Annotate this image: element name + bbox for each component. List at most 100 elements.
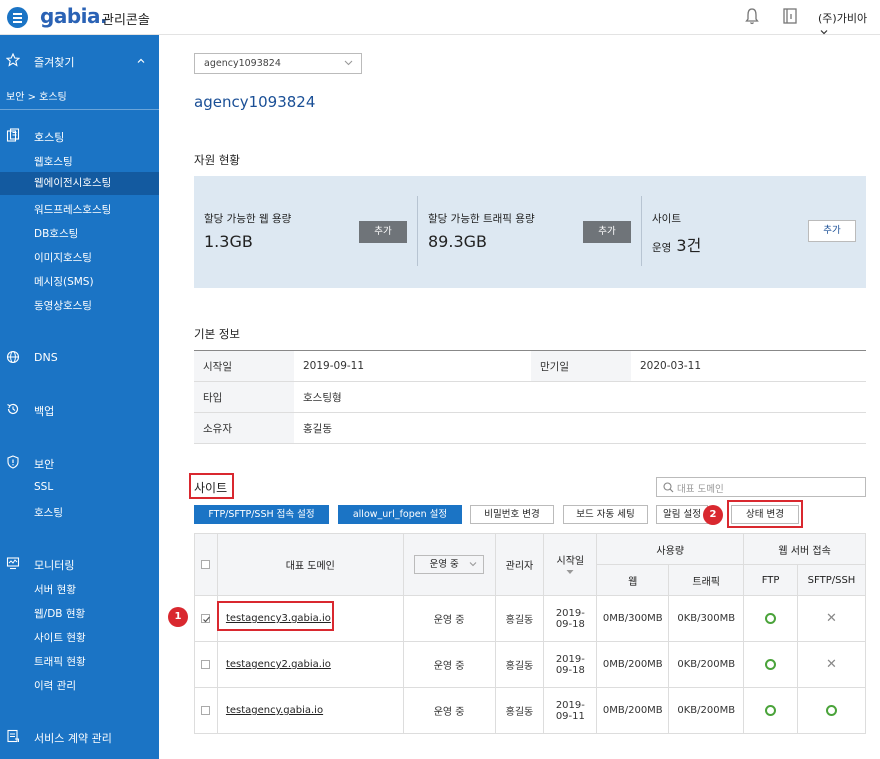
sidebar-item-server-status[interactable]: 서버 현황: [0, 582, 159, 597]
date-monthday: 09-18: [555, 664, 585, 676]
breadcrumb[interactable]: 보안 > 호스팅: [0, 88, 159, 103]
row-select-cell: [194, 595, 218, 642]
sidebar-item-web-hosting[interactable]: 웹호스팅: [0, 154, 159, 169]
circle-ok-icon: [765, 658, 777, 670]
status-cell: 운영 중: [402, 687, 496, 734]
date-monthday: 09-11: [555, 710, 585, 722]
sidebar-item-label: 즐겨찾기: [34, 56, 75, 69]
notification-settings-button[interactable]: 알림 설정: [656, 505, 708, 524]
chevron-up-icon[interactable]: [137, 57, 145, 65]
domain-cell: testagency2.gabia.io: [216, 641, 404, 688]
date-monthday: 09-18: [555, 618, 585, 630]
page-title: agency1093824: [194, 93, 316, 111]
basic-info-table: 시작일 2019-09-11 만기일 2020-03-11 타입 호스팅형 소유…: [194, 350, 866, 444]
select-all-checkbox[interactable]: [201, 559, 211, 569]
sort-down-icon[interactable]: [566, 569, 574, 575]
sidebar-item-image-hosting[interactable]: 이미지호스팅: [0, 250, 159, 265]
add-web-capacity-button[interactable]: 추가: [359, 221, 407, 243]
gabia-logo[interactable]: gabia.: [40, 4, 108, 28]
sidebar-item-sms[interactable]: 메시징(SMS): [0, 274, 159, 289]
sidebar-item-contract[interactable]: 서비스 계약 관리: [0, 729, 159, 746]
sidebar-item-label: 호스팅: [34, 131, 65, 144]
sidebar-item-monitoring[interactable]: 모니터링: [0, 557, 159, 573]
traffic-capacity-value: 89.3GB: [428, 232, 487, 251]
sidebar-item-db-hosting[interactable]: DB호스팅: [0, 226, 159, 241]
board-auto-setup-button[interactable]: 보드 자동 세팅: [563, 505, 648, 524]
resource-divider: [641, 196, 642, 266]
table-row[interactable]: testagency2.gabia.io 운영 중 홍길동 2019- 09-18…: [194, 641, 866, 688]
add-site-button[interactable]: 추가: [808, 220, 856, 242]
table-row: 타입 호스팅형: [194, 381, 866, 413]
table-row: 소유자 홍길동: [194, 412, 866, 444]
x-icon: ✕: [826, 657, 837, 672]
row-select-cell: [194, 687, 218, 734]
ftp-settings-button[interactable]: FTP/SFTP/SSH 접속 설정: [194, 505, 329, 524]
resource-divider: [417, 196, 418, 266]
sidebar-item-favorites[interactable]: 즐겨찾기: [0, 53, 159, 70]
sidebar-item-video-hosting[interactable]: 동영상호스팅: [0, 298, 159, 313]
col-web: 웹: [596, 564, 670, 596]
sidebar-item-wordpress-hosting[interactable]: 워드프레스호스팅: [0, 202, 159, 217]
domain-link[interactable]: testagency2.gabia.io: [226, 659, 331, 670]
check-icon: [203, 616, 211, 622]
sidebar-item-site-status[interactable]: 사이트 현황: [0, 630, 159, 645]
domain-link[interactable]: testagency.gabia.io: [226, 705, 323, 716]
sidebar-item-ssl[interactable]: SSL: [0, 481, 159, 493]
sidebar-item-traffic-status[interactable]: 트래픽 현황: [0, 654, 159, 669]
star-icon: [6, 53, 20, 67]
status-filter-select[interactable]: 운영 중: [414, 555, 485, 574]
circle-ok-icon: [765, 704, 777, 716]
row-checkbox-checked[interactable]: [201, 613, 211, 623]
hosting-icon: [6, 128, 20, 142]
menu-icon[interactable]: [7, 7, 28, 28]
sidebar-item-history[interactable]: 이력 관리: [0, 678, 159, 693]
backup-icon: [7, 403, 19, 415]
type-value: 호스팅형: [294, 381, 866, 413]
col-start-date[interactable]: 시작일: [543, 533, 598, 596]
ftp-cell: [743, 641, 799, 688]
type-label: 타입: [194, 381, 294, 413]
sidebar-item-hosting[interactable]: 호스팅: [0, 128, 159, 145]
book-icon[interactable]: [782, 7, 798, 25]
bell-icon[interactable]: [744, 7, 760, 25]
circle-ok-icon: [826, 704, 837, 716]
row-checkbox[interactable]: [201, 705, 211, 715]
site-count-prefix: 운영: [652, 242, 672, 254]
account-select-value: agency1093824: [204, 58, 281, 69]
search-icon: [663, 482, 674, 493]
top-bar: gabia. 관리콘솔 (주)가비아: [0, 0, 880, 35]
end-date-label: 만기일: [531, 350, 631, 382]
col-traffic: 트래픽: [668, 564, 745, 596]
sidebar-item-backup[interactable]: 백업: [0, 403, 159, 419]
web-usage-cell: 0MB/300MB: [596, 595, 670, 642]
domain-search-input[interactable]: 대표 도메인: [656, 477, 866, 497]
owner-value: 홍길동: [294, 412, 866, 444]
start-date-cell: 2019- 09-18: [543, 595, 598, 642]
domain-highlight: [217, 601, 334, 631]
date-year: 2019-: [555, 699, 585, 711]
row-checkbox[interactable]: [201, 659, 211, 669]
allow-url-fopen-button[interactable]: allow_url_fopen 설정: [338, 505, 462, 524]
table-row[interactable]: testagency.gabia.io 운영 중 홍길동 2019- 09-11 …: [194, 687, 866, 734]
sidebar-item-webdb-status[interactable]: 웹/DB 현황: [0, 606, 159, 621]
sidebar-item-dns[interactable]: DNS: [0, 350, 159, 364]
web-usage-cell: 0MB/200MB: [596, 641, 670, 688]
sftp-cell: ✕: [797, 595, 866, 642]
col-usage: 사용량: [596, 533, 745, 565]
sidebar-divider: [0, 109, 159, 110]
date-year: 2019-: [555, 607, 585, 619]
traffic-usage-cell: 0KB/300MB: [668, 595, 745, 642]
end-date-value: 2020-03-11: [631, 350, 866, 382]
col-manager: 관리자: [494, 533, 545, 596]
add-traffic-capacity-button[interactable]: 추가: [583, 221, 631, 243]
sidebar-item-security-hosting[interactable]: 호스팅: [0, 505, 159, 520]
step-badge-1: 1: [168, 607, 188, 627]
sidebar-item-security[interactable]: 보안: [0, 455, 159, 472]
sidebar-item-agency-hosting[interactable]: 웹에이전시호스팅: [0, 172, 159, 195]
account-select[interactable]: agency1093824: [194, 53, 362, 74]
site-table: 대표 도메인 운영 중 관리자 시작일 사용량 웹 서버 접속 웹 트래픽 FT…: [194, 533, 866, 734]
change-password-button[interactable]: 비밀번호 변경: [470, 505, 554, 524]
col-web-server-access: 웹 서버 접속: [743, 533, 866, 565]
chevron-down-icon: [344, 60, 353, 66]
sidebar-item-label: 보안: [34, 458, 55, 471]
